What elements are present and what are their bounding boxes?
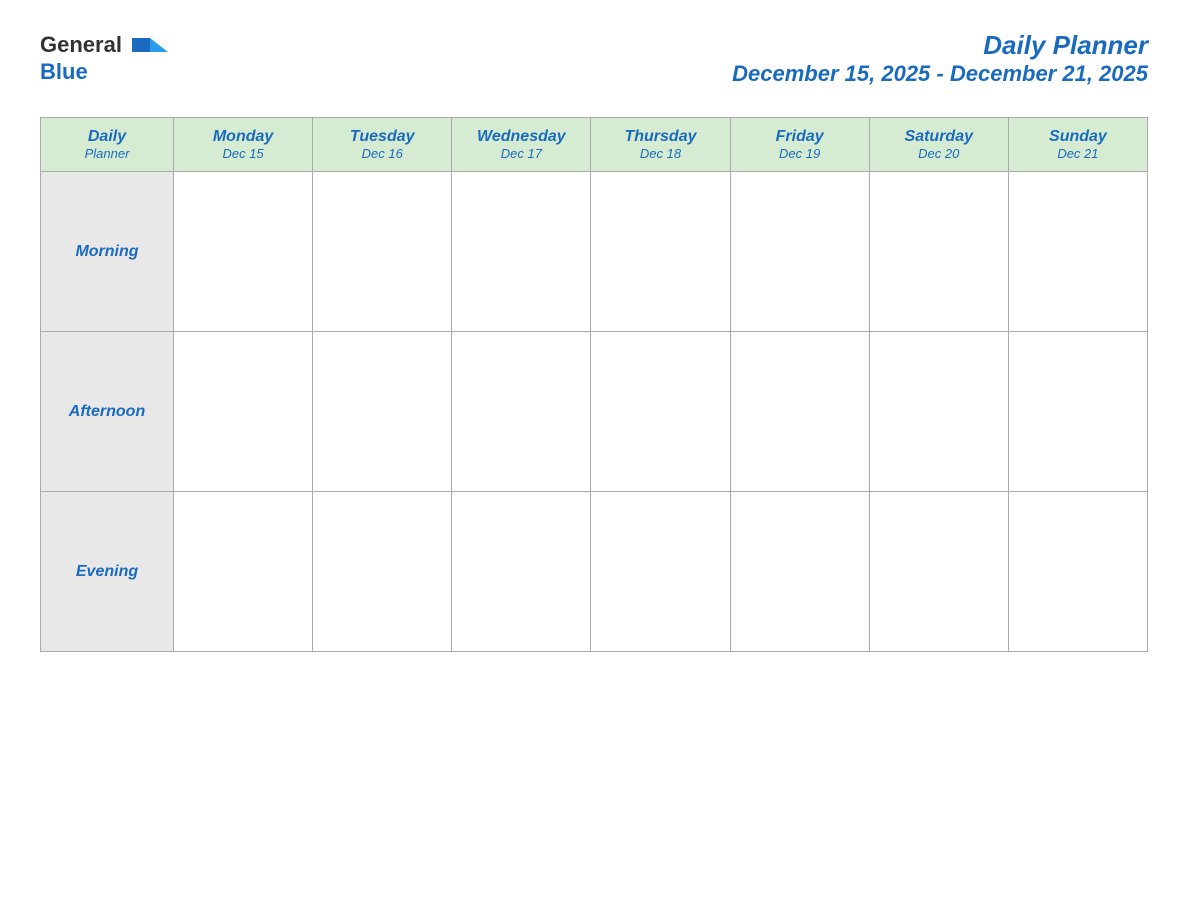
cell-evening-sunday[interactable] xyxy=(1008,492,1147,652)
cell-morning-wednesday[interactable] xyxy=(452,172,591,332)
planner-table: Daily Planner Monday Dec 15 Tuesday Dec … xyxy=(40,117,1148,652)
date-range: December 15, 2025 - December 21, 2025 xyxy=(732,61,1148,87)
table-header-label: Daily Planner xyxy=(41,118,174,172)
col-header-sunday: Sunday Dec 21 xyxy=(1008,118,1147,172)
cell-evening-tuesday[interactable] xyxy=(313,492,452,652)
col-header-tuesday: Tuesday Dec 16 xyxy=(313,118,452,172)
cell-afternoon-wednesday[interactable] xyxy=(452,332,591,492)
row-morning: Morning xyxy=(41,172,1148,332)
cell-morning-friday[interactable] xyxy=(730,172,869,332)
cell-evening-friday[interactable] xyxy=(730,492,869,652)
cell-morning-thursday[interactable] xyxy=(591,172,730,332)
cell-evening-saturday[interactable] xyxy=(869,492,1008,652)
row-evening: Evening xyxy=(41,492,1148,652)
col-header-monday: Monday Dec 15 xyxy=(174,118,313,172)
logo-icon xyxy=(132,38,168,52)
title-block: Daily Planner December 15, 2025 - Decemb… xyxy=(732,30,1148,87)
header-planner: Planner xyxy=(47,146,167,161)
cell-evening-thursday[interactable] xyxy=(591,492,730,652)
cell-morning-monday[interactable] xyxy=(174,172,313,332)
cell-afternoon-tuesday[interactable] xyxy=(313,332,452,492)
col-header-thursday: Thursday Dec 18 xyxy=(591,118,730,172)
row-label-evening: Evening xyxy=(41,492,174,652)
cell-afternoon-monday[interactable] xyxy=(174,332,313,492)
logo-general-text: General xyxy=(40,32,122,57)
cell-afternoon-saturday[interactable] xyxy=(869,332,1008,492)
col-header-friday: Friday Dec 19 xyxy=(730,118,869,172)
cell-afternoon-friday[interactable] xyxy=(730,332,869,492)
col-header-saturday: Saturday Dec 20 xyxy=(869,118,1008,172)
row-afternoon: Afternoon xyxy=(41,332,1148,492)
logo-blue-text: Blue xyxy=(40,59,88,84)
col-header-wednesday: Wednesday Dec 17 xyxy=(452,118,591,172)
header-daily: Daily xyxy=(47,128,167,146)
row-label-afternoon: Afternoon xyxy=(41,332,174,492)
page-header: General Blue Daily Planner December 15, … xyxy=(40,30,1148,87)
row-label-morning: Morning xyxy=(41,172,174,332)
cell-evening-monday[interactable] xyxy=(174,492,313,652)
cell-evening-wednesday[interactable] xyxy=(452,492,591,652)
cell-afternoon-thursday[interactable] xyxy=(591,332,730,492)
cell-afternoon-sunday[interactable] xyxy=(1008,332,1147,492)
cell-morning-sunday[interactable] xyxy=(1008,172,1147,332)
page-title: Daily Planner xyxy=(732,30,1148,61)
logo: General Blue xyxy=(40,32,168,85)
cell-morning-tuesday[interactable] xyxy=(313,172,452,332)
cell-morning-saturday[interactable] xyxy=(869,172,1008,332)
